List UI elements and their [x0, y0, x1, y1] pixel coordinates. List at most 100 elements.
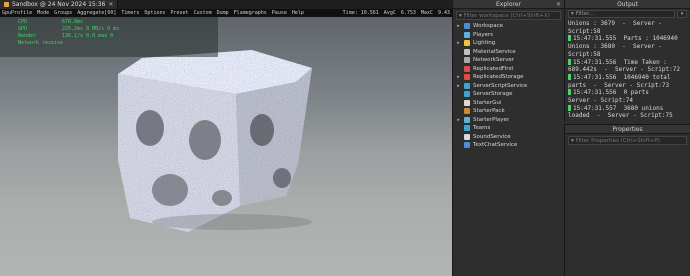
filter-icon: ▾: [571, 137, 574, 144]
service-icon: [464, 142, 470, 149]
properties-panel: Properties ▾: [564, 124, 690, 276]
explorer-item-label: ReplicatedStorage: [473, 74, 524, 81]
output-line: Unions : 3679 - Server -: [568, 20, 688, 28]
output-line: parts - Server - Script:73: [568, 82, 688, 90]
service-icon: [464, 74, 470, 81]
output-line: Server - Script:74: [568, 97, 688, 105]
explorer-item[interactable]: ServerStorage: [453, 90, 564, 99]
expand-arrow-icon[interactable]: ▸: [456, 117, 461, 123]
properties-filter-box[interactable]: ▾: [568, 136, 687, 145]
explorer-item[interactable]: ▸ ServerScriptService: [453, 82, 564, 91]
expand-arrow-icon[interactable]: ▸: [456, 23, 461, 29]
explorer-item[interactable]: NetworkServer: [453, 56, 564, 65]
profiler-stats-overlay: CPU 678.0ms GPU 225.2ms 8 MB/s 0 ms Rend…: [0, 17, 218, 57]
output-line: Unions : 3680 - Server -: [568, 43, 688, 51]
expand-arrow-icon[interactable]: ▸: [456, 74, 461, 80]
service-icon: [464, 57, 470, 64]
chevron-down-icon[interactable]: ▾: [677, 10, 687, 18]
output-line: Script:58: [568, 28, 688, 36]
service-icon: [464, 125, 470, 132]
explorer-item[interactable]: MaterialService: [453, 48, 564, 57]
service-icon: [464, 91, 470, 98]
filter-icon: ▾: [459, 12, 462, 19]
output-line: Script:58: [568, 51, 688, 59]
profiler-menu-item[interactable]: GpuProfile: [2, 10, 32, 16]
expand-arrow-icon[interactable]: ▸: [456, 83, 461, 89]
profiler-menu-item[interactable]: Options: [144, 10, 165, 16]
explorer-item[interactable]: Players: [453, 31, 564, 40]
output-line-text: 15:47:31.556 1046940 total: [573, 73, 671, 81]
profiler-menu-item[interactable]: Timers: [121, 10, 139, 16]
output-line-text: 15:47:31.556 0 parts: [573, 89, 649, 97]
explorer-item-label: MaterialService: [473, 48, 516, 55]
document-tab[interactable]: Sandbox @ 24 Nov 2024 15:36 ✕: [0, 0, 119, 9]
info-marker-icon: [568, 73, 571, 80]
explorer-item-label: Teams: [473, 125, 491, 132]
output-line-text: Script:58: [568, 27, 601, 35]
explorer-item[interactable]: SoundService: [453, 133, 564, 142]
output-title: Output: [617, 0, 638, 8]
output-log[interactable]: Unions : 3679 - Server - Script:58 15:47:3…: [565, 19, 690, 129]
explorer-item-label: SoundService: [473, 133, 511, 140]
properties-filter-input[interactable]: [575, 137, 684, 144]
place-file-icon: [4, 2, 9, 7]
explorer-item-label: NetworkServer: [473, 57, 515, 64]
service-icon: [464, 99, 470, 106]
info-marker-icon: [568, 35, 571, 42]
expand-arrow-icon[interactable]: ▸: [456, 40, 461, 46]
profiler-menu-item[interactable]: Pause: [272, 10, 287, 16]
explorer-item-label: TextChatService: [473, 142, 518, 149]
explorer-panel: Explorer ✕ ▾ ▸ WorkspacePlayers ▸ LightingM…: [452, 0, 564, 276]
info-marker-icon: [568, 89, 571, 96]
service-icon: [464, 108, 470, 115]
output-line: 15:47:31.557 3680 unions: [568, 104, 688, 113]
explorer-item[interactable]: ▸ ReplicatedStorage: [453, 73, 564, 82]
info-marker-icon: [568, 104, 571, 111]
output-line: 15:47:31.556 0 parts: [568, 89, 688, 97]
explorer-item[interactable]: Teams: [453, 124, 564, 133]
explorer-item[interactable]: ▸ Lighting: [453, 39, 564, 48]
profiler-menu-item[interactable]: Flamegraphs: [234, 10, 267, 16]
output-line: loaded - Server - Script:75: [568, 112, 688, 120]
output-line-text: Server - Script:74: [568, 97, 634, 105]
output-filter-box[interactable]: ▾ Filter...: [568, 10, 675, 18]
explorer-item-label: StarterGui: [473, 99, 502, 106]
profiler-menu-item[interactable]: Custom: [194, 10, 212, 16]
filter-icon: ▾: [571, 11, 574, 17]
close-icon[interactable]: ✕: [108, 1, 113, 8]
service-icon: [464, 48, 470, 55]
stats-value: 136.1/s 0.0 max 0: [62, 33, 114, 39]
stats-key: CPU: [18, 19, 28, 25]
profiler-menu-item[interactable]: Mode: [37, 10, 49, 16]
service-icon: [464, 65, 470, 72]
explorer-item[interactable]: StarterPack: [453, 107, 564, 116]
explorer-filter-input[interactable]: [463, 12, 558, 19]
explorer-title-bar: Explorer ✕: [453, 0, 564, 9]
profiler-time: Time: 10.561: [342, 10, 379, 16]
output-filter-placeholder: Filter...: [575, 11, 595, 17]
profiler-max-label: MaxC: [420, 10, 433, 16]
profiler-menu-item[interactable]: Preset: [171, 10, 189, 16]
explorer-item-label: ReplicatedFirst: [473, 65, 514, 72]
explorer-filter-box[interactable]: ▾: [456, 11, 561, 20]
profiler-menu-item[interactable]: Help: [292, 10, 304, 16]
explorer-item[interactable]: ReplicatedFirst: [453, 65, 564, 74]
explorer-item-label: StarterPlayer: [473, 116, 510, 123]
document-tabbar: Sandbox @ 24 Nov 2024 15:36 ✕: [0, 0, 452, 9]
output-line-text: parts - Server - Script:73: [568, 81, 670, 89]
info-marker-icon: [568, 58, 571, 65]
explorer-item[interactable]: TextChatService: [453, 141, 564, 150]
service-icon: [464, 40, 470, 47]
stats-key: GPU: [18, 26, 28, 32]
profiler-menu-item[interactable]: Aggregate[60]: [77, 10, 116, 16]
explorer-item[interactable]: ▸ StarterPlayer: [453, 116, 564, 125]
explorer-title: Explorer: [496, 0, 521, 8]
close-icon[interactable]: ✕: [556, 1, 561, 8]
profiler-menu-item[interactable]: Dump: [217, 10, 229, 16]
profiler-menu-item[interactable]: Groups: [54, 10, 72, 16]
explorer-item[interactable]: StarterGui: [453, 99, 564, 108]
3d-viewport[interactable]: Sandbox @ 24 Nov 2024 15:36 ✕ GpuProfile…: [0, 0, 452, 276]
explorer-item[interactable]: ▸ Workspace: [453, 22, 564, 31]
output-line-text: loaded - Server - Script:75: [568, 112, 673, 120]
output-line-text: 15:47:31.555 Parts : 1046940: [573, 35, 678, 43]
